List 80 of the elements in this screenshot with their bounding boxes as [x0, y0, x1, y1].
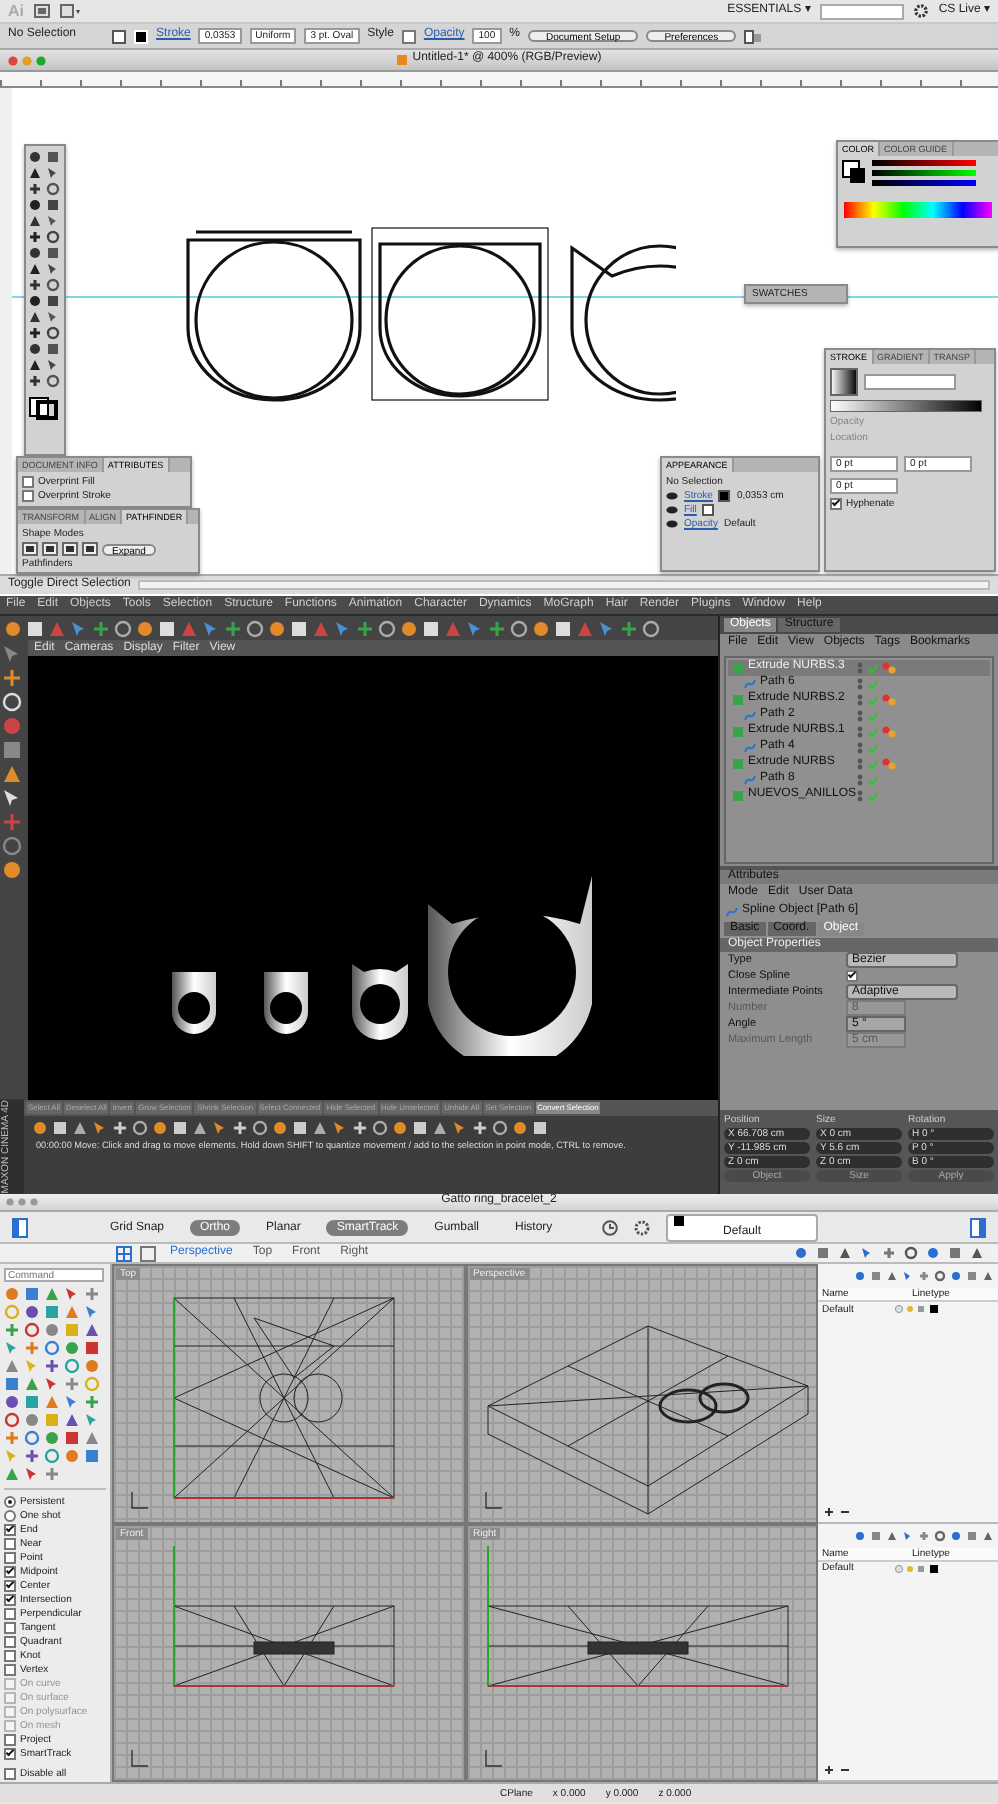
- tool-icon[interactable]: [24, 1448, 40, 1464]
- tool-icon[interactable]: [28, 230, 42, 244]
- color-spectrum[interactable]: [844, 202, 992, 218]
- axes-icon: [130, 1748, 150, 1768]
- minimize-icon[interactable]: [18, 1198, 26, 1206]
- stroke-swatch[interactable]: [718, 490, 731, 502]
- zoom-icon[interactable]: [30, 1198, 38, 1206]
- checkbox[interactable]: [4, 1593, 16, 1605]
- color-ramp: [872, 160, 976, 166]
- swatch-icon: [674, 1215, 684, 1225]
- radio-button[interactable]: [4, 1509, 16, 1521]
- gradient-swatch-icon[interactable]: [830, 368, 858, 396]
- checkbox[interactable]: [4, 1565, 16, 1577]
- fill-stroke-icon[interactable]: [28, 396, 60, 420]
- tool-icon[interactable]: [28, 326, 42, 340]
- checkbox[interactable]: [4, 1767, 16, 1779]
- arrange-icon[interactable]: [744, 29, 763, 43]
- extrude-icon: [732, 662, 744, 674]
- axes-icon: [483, 1748, 503, 1768]
- search-field[interactable]: [820, 3, 905, 19]
- gear-icon[interactable]: [634, 1219, 650, 1235]
- arrange-icon[interactable]: [60, 4, 80, 18]
- checkbox[interactable]: [4, 1621, 16, 1633]
- color-ramp: [872, 170, 976, 176]
- extrude-icon: [732, 694, 744, 706]
- fill-stroke-icon[interactable]: [842, 160, 866, 184]
- fill-swatch[interactable]: [702, 504, 715, 516]
- spline-icon: [726, 905, 738, 918]
- single-viewport-icon[interactable]: [140, 1245, 156, 1261]
- spline-icon: [744, 774, 756, 786]
- remove-icon[interactable]: [838, 1764, 852, 1776]
- checkbox[interactable]: [22, 476, 34, 488]
- spline-icon: [744, 710, 756, 722]
- checkbox[interactable]: [22, 490, 34, 502]
- tool-icon[interactable]: [28, 374, 42, 388]
- sidebar-toggle-icon[interactable]: [12, 1217, 28, 1237]
- checkbox[interactable]: [4, 1579, 16, 1591]
- spline-icon: [744, 678, 756, 690]
- four-viewports-icon[interactable]: [116, 1245, 132, 1261]
- spline-icon: [744, 742, 756, 754]
- checkbox[interactable]: [830, 498, 842, 510]
- radio-button[interactable]: [4, 1495, 16, 1507]
- tag-icon: [882, 726, 896, 738]
- layer-state-icon: [894, 1563, 942, 1573]
- add-icon[interactable]: [822, 1764, 836, 1776]
- app-logo: Ai: [8, 1, 24, 21]
- checkbox[interactable]: [4, 1607, 16, 1619]
- add-icon[interactable]: [822, 1505, 836, 1517]
- checkbox[interactable]: [4, 1663, 16, 1675]
- tag-icon: [882, 694, 896, 706]
- tag-icon: [882, 662, 896, 674]
- checkbox[interactable]: [4, 1747, 16, 1759]
- tool-icon[interactable]: [2, 788, 22, 809]
- tool-icon[interactable]: [28, 278, 42, 292]
- extrude-icon: [732, 758, 744, 770]
- clock-icon[interactable]: [602, 1219, 618, 1235]
- checkbox[interactable]: [4, 1551, 16, 1563]
- checkbox[interactable]: [4, 1537, 16, 1549]
- fill-swatch[interactable]: [112, 29, 127, 43]
- axes-icon: [130, 1489, 150, 1509]
- checkbox[interactable]: [4, 1649, 16, 1661]
- axes-icon: [483, 1489, 503, 1509]
- remove-icon[interactable]: [838, 1505, 852, 1517]
- color-ramp: [872, 180, 976, 186]
- extrude-icon: [732, 726, 744, 738]
- layer-state-icon: [894, 1304, 942, 1314]
- tool-icon[interactable]: [28, 182, 42, 196]
- sidebar-toggle-icon[interactable]: [970, 1217, 986, 1237]
- style-swatch[interactable]: [401, 29, 416, 43]
- checkbox[interactable]: [4, 1635, 16, 1647]
- checkbox[interactable]: [4, 1733, 16, 1745]
- tag-icon: [882, 758, 896, 770]
- tool-icon[interactable]: [44, 1358, 60, 1374]
- extrude-icon: [732, 790, 744, 802]
- close-icon[interactable]: [6, 1198, 14, 1206]
- close-icon[interactable]: [8, 55, 18, 65]
- checkbox[interactable]: [4, 1523, 16, 1535]
- checkbox[interactable]: [846, 970, 858, 983]
- document-icon: [396, 54, 409, 66]
- gear-icon[interactable]: [914, 4, 929, 18]
